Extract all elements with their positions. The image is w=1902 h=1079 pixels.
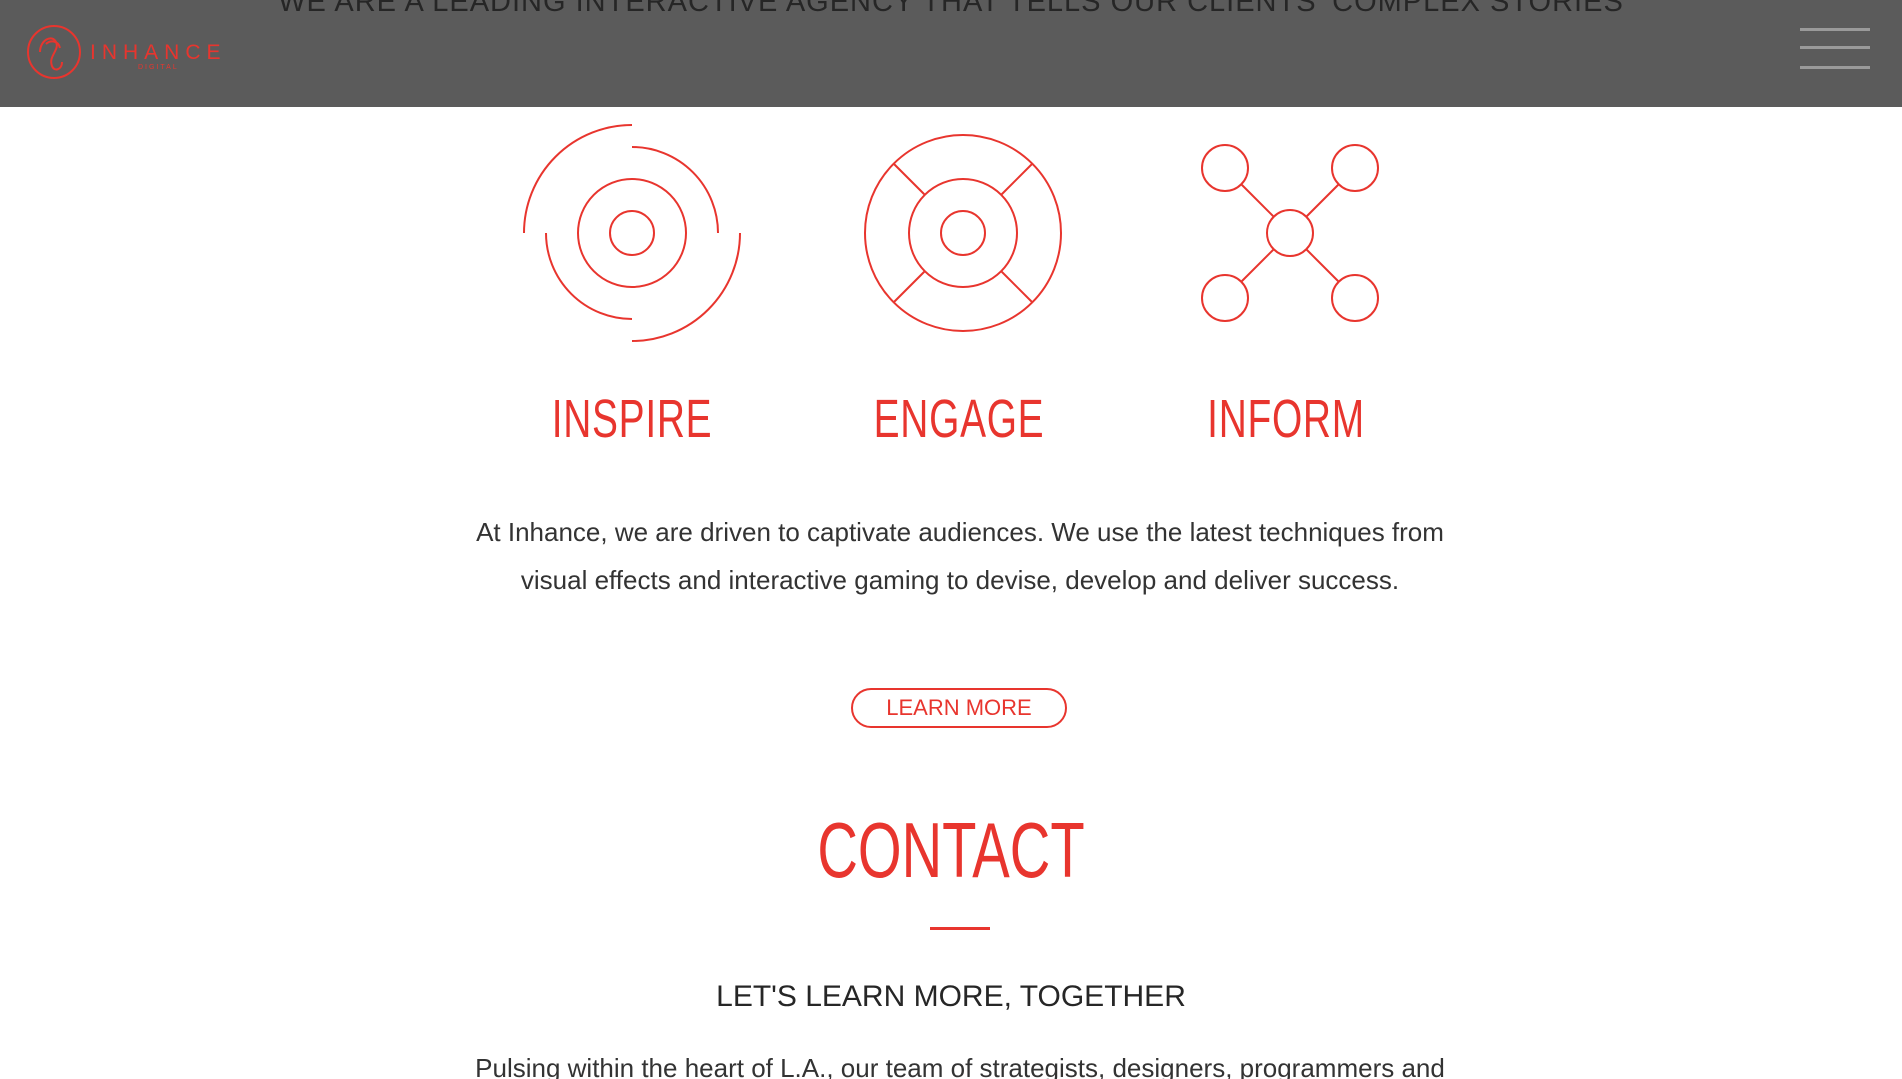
target-ring-icon xyxy=(864,134,1062,332)
contact-divider xyxy=(930,927,990,930)
contact-title: CONTACT xyxy=(817,806,1085,894)
pillar-engage: ENGAGE xyxy=(839,120,1079,450)
logo-wordmark: INHANCE xyxy=(90,41,227,64)
pillar-label-inform: INFORM xyxy=(1207,389,1365,449)
intro-line-2: visual effects and interactive gaming to… xyxy=(520,565,1400,595)
header-tagline: WE ARE A LEADING INTERACTIVE AGENCY THAT… xyxy=(278,0,1624,18)
hamburger-menu-icon[interactable] xyxy=(1800,26,1870,72)
contact-body-text: Pulsing within the heart of L.A., our te… xyxy=(475,1053,1445,1079)
logo-mark-icon xyxy=(27,25,81,79)
pillar-inspire: INSPIRE xyxy=(512,120,752,450)
intro-line-1: At Inhance, we are driven to captivate a… xyxy=(476,517,1444,547)
pillar-label-inspire: INSPIRE xyxy=(551,389,713,449)
logo-subtext: DIGITAL xyxy=(138,64,179,71)
intro-paragraph: At Inhance, we are driven to captivate a… xyxy=(400,508,1520,604)
concentric-circles-icon xyxy=(523,124,741,342)
page: WE ARE A LEADING INTERACTIVE AGENCY THAT… xyxy=(0,0,1902,1079)
contact-subtitle: LET'S LEARN MORE, TOGETHER xyxy=(716,980,1186,1013)
learn-more-button[interactable]: LEARN MORE xyxy=(851,688,1067,728)
inhance-logo[interactable]: INHANCE DIGITAL xyxy=(26,22,226,82)
site-header: WE ARE A LEADING INTERACTIVE AGENCY THAT… xyxy=(0,0,1902,107)
pillar-inform: INFORM xyxy=(1166,120,1406,450)
network-nodes-icon xyxy=(1201,144,1379,322)
pillar-label-engage: ENGAGE xyxy=(873,389,1045,449)
